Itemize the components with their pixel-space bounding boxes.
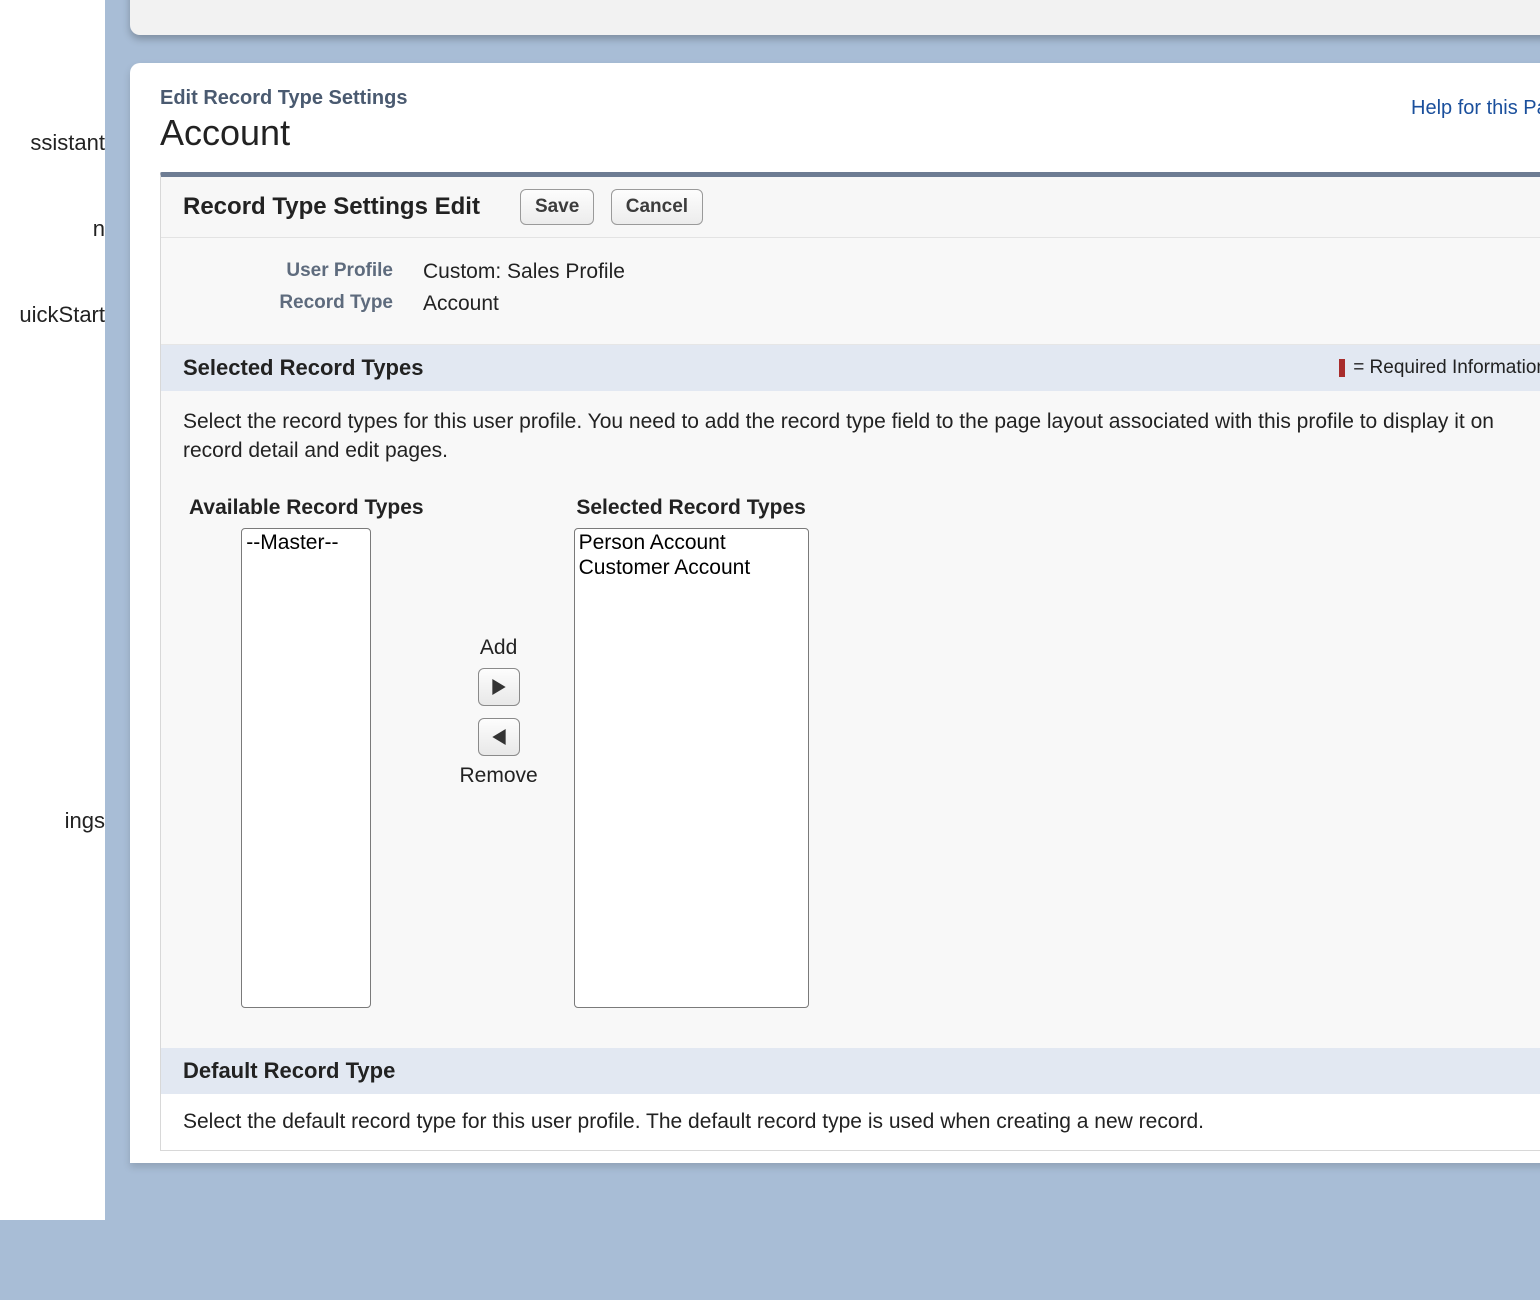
add-button[interactable] — [478, 668, 520, 706]
save-button[interactable]: Save — [520, 189, 594, 225]
arrow-left-icon — [492, 729, 506, 745]
default-record-type-title: Default Record Type — [183, 1058, 1540, 1084]
content-area: Edit Record Type Settings Account Help f… — [110, 0, 1540, 1300]
remove-label: Remove — [459, 764, 537, 788]
selected-listbox[interactable]: Person AccountCustomer Account — [574, 528, 809, 1008]
sidebar-item-quickstart[interactable]: uickStart — [0, 272, 105, 358]
required-info-note: = Required Information — [1339, 357, 1540, 379]
available-column: Available Record Types --Master-- — [189, 496, 424, 1008]
required-info-text: = Required Information — [1353, 357, 1540, 379]
edit-panel: Record Type Settings Edit Save Cancel Us… — [160, 172, 1540, 1151]
panel-header: Record Type Settings Edit Save Cancel — [161, 177, 1540, 238]
panel-title: Record Type Settings Edit — [183, 193, 480, 221]
top-card — [130, 0, 1540, 35]
page-header: Edit Record Type Settings Account Help f… — [130, 63, 1540, 172]
dual-listbox: Available Record Types --Master-- Add Re… — [183, 496, 1540, 1008]
cancel-button[interactable]: Cancel — [611, 189, 703, 225]
sidebar-item-n[interactable]: n — [0, 186, 105, 272]
main-card: Edit Record Type Settings Account Help f… — [130, 63, 1540, 1163]
selected-label: Selected Record Types — [576, 496, 806, 520]
user-profile-label: User Profile — [183, 260, 423, 284]
selected-record-types-title: Selected Record Types — [183, 355, 423, 381]
selected-record-types-header: Selected Record Types = Required Informa… — [161, 345, 1540, 391]
sidebar-item-assistant[interactable]: ssistant — [0, 100, 105, 186]
transfer-controls: Add Remove — [454, 496, 544, 788]
available-listbox[interactable]: --Master-- — [241, 528, 371, 1008]
default-record-type-description: Select the default record type for this … — [183, 1110, 1540, 1134]
arrow-right-icon — [492, 679, 506, 695]
sidebar: ssistant n uickStart ings — [0, 0, 105, 1220]
available-label: Available Record Types — [189, 496, 424, 520]
remove-button[interactable] — [478, 718, 520, 756]
default-record-type-body: Select the default record type for this … — [161, 1094, 1540, 1150]
selected-column: Selected Record Types Person AccountCust… — [574, 496, 809, 1008]
default-record-type-header: Default Record Type — [161, 1048, 1540, 1094]
required-marker-icon — [1339, 359, 1345, 377]
page-subtitle: Edit Record Type Settings — [160, 87, 407, 110]
page-title: Account — [160, 112, 407, 154]
sidebar-item-ings[interactable]: ings — [0, 778, 105, 864]
help-link[interactable]: Help for this Page — [1411, 97, 1540, 120]
user-profile-value: Custom: Sales Profile — [423, 260, 625, 284]
detail-block: User Profile Custom: Sales Profile Recor… — [161, 238, 1540, 345]
record-type-value: Account — [423, 292, 499, 316]
selected-record-types-body: Select the record types for this user pr… — [161, 391, 1540, 1048]
add-label: Add — [480, 636, 517, 660]
record-type-label: Record Type — [183, 292, 423, 316]
selected-record-types-description: Select the record types for this user pr… — [183, 407, 1540, 466]
